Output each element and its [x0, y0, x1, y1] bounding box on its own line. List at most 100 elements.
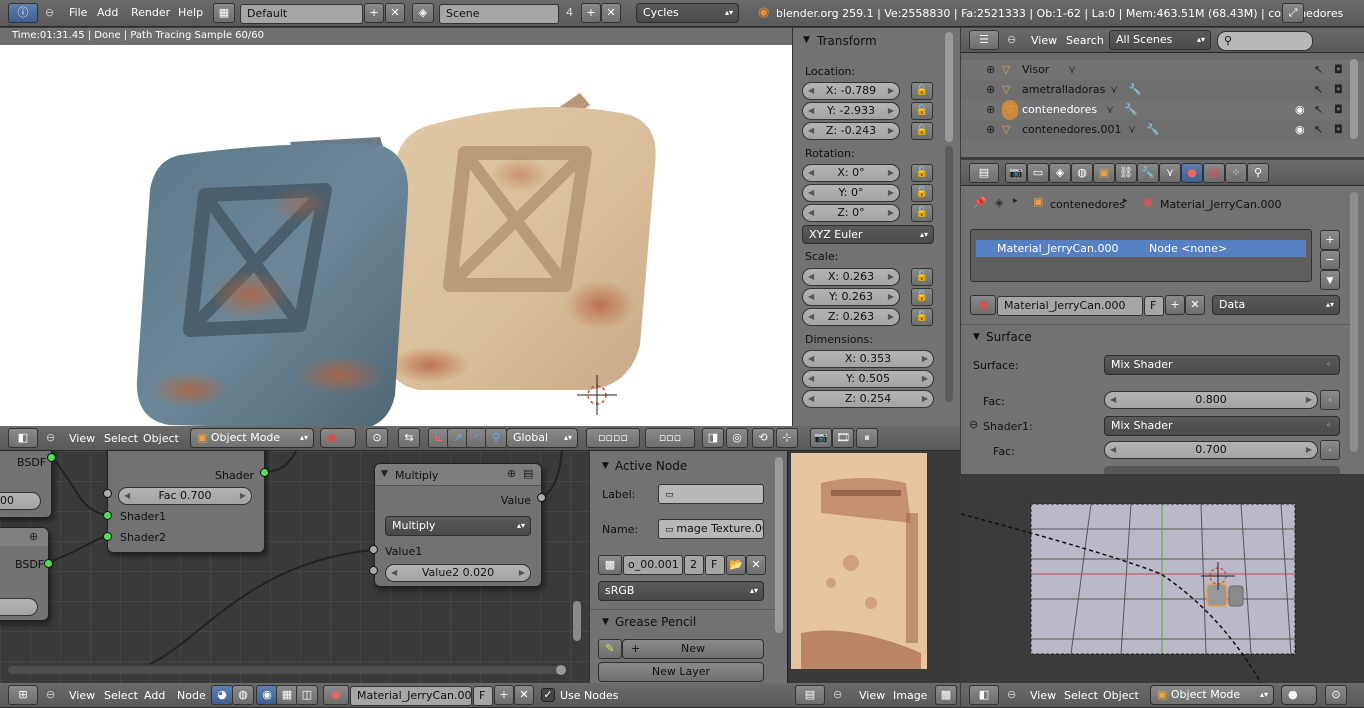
- texture-tree-button[interactable]: ▦: [276, 685, 298, 705]
- rotation-mode-select[interactable]: XYZ Euler ▴▾: [802, 225, 934, 244]
- add-material-button[interactable]: +: [1165, 295, 1185, 315]
- unlink-material-button[interactable]: ✕: [514, 685, 534, 705]
- outliner-item-visor[interactable]: ⊕ ▽ Visor ⋎ ↖ ◘: [962, 60, 1350, 80]
- node-name-input[interactable]: ▭ mage Texture.001: [658, 519, 764, 539]
- mix-fac-socket[interactable]: [103, 489, 112, 498]
- collapse-menus-icon[interactable]: ⊖: [1007, 688, 1016, 701]
- grease-pencil-new-button[interactable]: + New: [622, 639, 764, 659]
- properties-scrollbar[interactable]: [1350, 192, 1358, 452]
- info-editor-type-button[interactable]: ⓘ: [8, 3, 38, 23]
- pin-icon[interactable]: 📌: [973, 196, 987, 209]
- expand-icon[interactable]: ⊕: [986, 60, 995, 80]
- fac-field[interactable]: ◀ 0.800 ▶: [1104, 391, 1318, 409]
- layer-buttons-a[interactable]: ▫▫▫▫: [586, 428, 640, 448]
- bsdf-field-2[interactable]: [0, 598, 38, 616]
- mix-shader2-socket[interactable]: [103, 532, 112, 541]
- scale-y-field[interactable]: ◀ Y: 0.263 ▶: [802, 288, 900, 306]
- collapse-triangle-icon[interactable]: ▼: [602, 461, 609, 471]
- material-name-field[interactable]: Material_JerryCan.000: [350, 686, 472, 706]
- proportional-edit-icon[interactable]: ◎: [726, 428, 748, 448]
- tab-data[interactable]: ⋎: [1159, 163, 1181, 183]
- tab-particles[interactable]: ⁘: [1225, 163, 1247, 183]
- multiply-value1-socket[interactable]: [369, 545, 378, 554]
- menu-add[interactable]: Add: [144, 683, 165, 708]
- lock-scale-z-icon[interactable]: 🔓: [911, 308, 933, 326]
- add-material-button[interactable]: +: [494, 685, 514, 705]
- scale-z-field[interactable]: ◀ Z: 0.263 ▶: [802, 308, 900, 326]
- visibility-eye-icon[interactable]: ◉: [1295, 120, 1305, 140]
- node-editor-vscroll[interactable]: [573, 601, 581, 641]
- menu-select[interactable]: Select: [104, 426, 138, 451]
- scale-x-field[interactable]: ◀ X: 0.263 ▶: [802, 268, 900, 286]
- multiply-value2-socket[interactable]: [369, 566, 378, 575]
- material-name-field[interactable]: Material_JerryCan.000: [997, 296, 1143, 316]
- mix-shader-node[interactable]: Shader ◀ Fac 0.700 ▶ Shader1 Shader2: [107, 451, 265, 553]
- multiply-operation-select[interactable]: Multiply ▴▾: [385, 516, 531, 536]
- panel-scrollbar[interactable]: [775, 457, 783, 633]
- scene-field[interactable]: Scene: [439, 4, 559, 24]
- visibility-eye-icon[interactable]: ◉: [1295, 100, 1305, 120]
- render-viewport[interactable]: Time:01:31.45 | Done | Path Tracing Samp…: [0, 28, 792, 426]
- expand-icon[interactable]: ⊕: [986, 80, 995, 100]
- rotation-y-field[interactable]: ◀ Y: 0° ▶: [802, 184, 900, 202]
- delete-scene-button[interactable]: ✕: [601, 3, 621, 23]
- camera-viewport[interactable]: [961, 474, 1364, 683]
- node-add-icon[interactable]: ⊕: [29, 530, 38, 543]
- fullscreen-toggle-button[interactable]: ⤢: [1282, 3, 1304, 23]
- render-engine-select[interactable]: Cycles ▴▾: [636, 3, 739, 23]
- menu-render[interactable]: Render: [131, 0, 170, 26]
- image-fake-user-toggle[interactable]: F: [705, 555, 725, 575]
- collapse-triangle-icon[interactable]: ▼: [803, 35, 810, 45]
- use-nodes-checkbox[interactable]: ✓: [541, 688, 555, 702]
- menu-view[interactable]: View: [1031, 28, 1057, 53]
- tab-render[interactable]: 📷: [1005, 163, 1027, 183]
- unlink-image-button[interactable]: ✕: [746, 555, 766, 575]
- render-camera-icon[interactable]: ◘: [1334, 80, 1343, 100]
- new-layer-button[interactable]: New Layer: [598, 662, 764, 682]
- location-x-field[interactable]: ◀ X: -0.789 ▶: [802, 82, 900, 100]
- scene-icon[interactable]: ◈: [412, 3, 434, 23]
- node-editor-hscroll[interactable]: [8, 666, 566, 674]
- render-camera-icon[interactable]: ◘: [1334, 120, 1343, 140]
- manipulator-toggle[interactable]: ⇆: [398, 428, 420, 448]
- tab-texture[interactable]: ▦: [1203, 163, 1225, 183]
- image-users-field[interactable]: 2: [684, 555, 704, 575]
- lock-location-y-icon[interactable]: 🔓: [911, 102, 933, 120]
- tab-object[interactable]: ▣: [1093, 163, 1115, 183]
- location-y-field[interactable]: ◀ Y: -2.933 ▶: [802, 102, 900, 120]
- collapse-menus-icon[interactable]: ⊖: [833, 688, 842, 701]
- collapse-menus-icon[interactable]: ⊖: [45, 6, 54, 19]
- snap-toggle-icon[interactable]: ⟲: [752, 428, 774, 448]
- material-link-select[interactable]: Data ▴▾: [1212, 295, 1340, 315]
- grease-pencil-icon[interactable]: ✎: [598, 639, 622, 659]
- menu-object[interactable]: Object: [1103, 683, 1139, 708]
- lock-scale-x-icon[interactable]: 🔓: [911, 268, 933, 286]
- select-arrow-icon[interactable]: ↖: [1314, 80, 1323, 100]
- render-still-icon[interactable]: 📷: [810, 428, 832, 448]
- shader-tree-button[interactable]: ◕: [211, 685, 233, 705]
- dimensions-x-field[interactable]: ◀ X: 0.353 ▶: [802, 350, 934, 368]
- lock-location-x-icon[interactable]: 🔓: [911, 82, 933, 100]
- collapse-triangle-icon[interactable]: ▼: [602, 617, 609, 627]
- menu-view[interactable]: View: [69, 683, 95, 708]
- slot-specials-button[interactable]: ▼: [1320, 270, 1340, 290]
- orientation-select[interactable]: Global ▴▾: [506, 428, 578, 448]
- collapse-triangle-icon[interactable]: ▼: [973, 332, 980, 342]
- world-tree-button[interactable]: ◍: [232, 685, 254, 705]
- viewport-shading-select[interactable]: ●: [320, 428, 356, 448]
- render-camera-icon[interactable]: ◘: [1334, 100, 1343, 120]
- rotation-x-field[interactable]: ◀ X: 0° ▶: [802, 164, 900, 182]
- remove-slot-button[interactable]: −: [1320, 250, 1340, 270]
- menu-view[interactable]: View: [1030, 683, 1056, 708]
- menu-add[interactable]: Add: [97, 0, 118, 26]
- compositor-tree-button[interactable]: ◫: [296, 685, 318, 705]
- render-anim-icon[interactable]: 🎞: [832, 428, 854, 448]
- editor-type-button[interactable]: ▤: [969, 163, 999, 183]
- mix-shader-output-socket[interactable]: [260, 468, 269, 477]
- menu-select[interactable]: Select: [104, 683, 138, 708]
- menu-view[interactable]: View: [859, 683, 885, 708]
- fac2-field[interactable]: ◀ 0.700 ▶: [1104, 441, 1318, 459]
- multiply-node[interactable]: ▼ Multiply ⊕ ▤ Value Multiply ▴▾ Value1 ◀…: [374, 463, 542, 587]
- outliner-display-select[interactable]: All Scenes ▴▾: [1109, 30, 1211, 50]
- dimensions-z-field[interactable]: ◀ Z: 0.254 ▶: [802, 390, 934, 408]
